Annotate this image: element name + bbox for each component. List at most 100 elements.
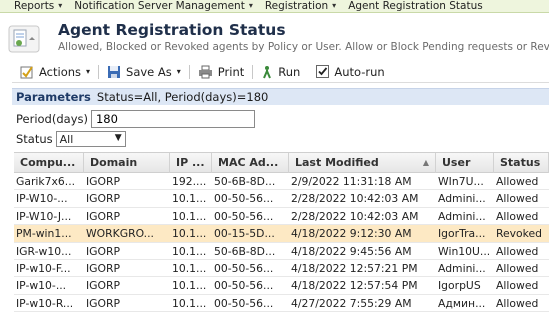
table-cell: Admini... bbox=[438, 261, 486, 275]
table-cell: 00-50-56... bbox=[214, 279, 274, 293]
table-row[interactable]: PM-win1... WORKGRO... 10.1... 00-15-5D... 4/… bbox=[14, 225, 549, 243]
table-row[interactable]: IP-w10-R... IGORP 10.1... 00-50-56... 4/27/2… bbox=[14, 295, 549, 313]
table-cell: IP-W10-J... bbox=[16, 209, 72, 223]
period-input[interactable] bbox=[90, 110, 255, 128]
table-cell: Allowed bbox=[496, 175, 539, 188]
results-table: Compu... Domain IP ... MAC Ad... Last Mo… bbox=[14, 152, 549, 313]
table-row[interactable]: Garik7x6... IGORP 192.... 50-6B-8D... 2/9/20… bbox=[14, 173, 549, 191]
table-cell: Admini... bbox=[438, 209, 486, 223]
print-button[interactable]: Print bbox=[190, 62, 252, 82]
caret-down-icon: ▾ bbox=[58, 1, 63, 10]
save-as-button[interactable]: Save As ▾ bbox=[99, 62, 189, 82]
chevron-down-icon: ▼ bbox=[114, 133, 122, 143]
menu-registration[interactable]: Registration ▾ bbox=[259, 0, 342, 13]
top-menu-bar: Reports ▾ Notification Server Management ▾… bbox=[0, 0, 549, 13]
menu-reports[interactable]: Reports ▾ bbox=[0, 0, 68, 13]
table-body: Garik7x6... IGORP 192.... 50-6B-8D... 2/9/20… bbox=[14, 173, 549, 313]
column-header-domain[interactable]: Domain bbox=[84, 153, 170, 173]
table-cell: WIn7U... bbox=[438, 175, 484, 188]
table-cell: IGORP bbox=[86, 209, 121, 223]
auto-run-label: Auto-run bbox=[334, 64, 385, 79]
table-cell: IgorTra... bbox=[438, 227, 486, 241]
print-label: Print bbox=[217, 64, 245, 79]
table-row[interactable]: IP-W10-... IGORP 10.1... 00-50-56... 2/28/20… bbox=[14, 190, 549, 208]
period-param: Period(days) bbox=[16, 110, 255, 128]
caret-down-icon: ▾ bbox=[332, 1, 337, 10]
table-cell: IGORP bbox=[86, 244, 121, 258]
table-cell: PM-win1... bbox=[16, 227, 72, 241]
actions-label: Actions bbox=[39, 64, 82, 79]
table-cell: 10.1... bbox=[172, 192, 207, 206]
column-header-label: Domain bbox=[90, 156, 138, 169]
table-row[interactable]: IP-w10-... IGORP 10.1... 00-50-56... 4/18/20… bbox=[14, 277, 549, 295]
column-header-status[interactable]: Status bbox=[494, 153, 549, 173]
table-cell: Allowed bbox=[496, 192, 539, 206]
menu-agent-registration-status[interactable]: Agent Registration Status bbox=[342, 0, 489, 13]
table-cell: Revoked bbox=[496, 227, 543, 241]
table-cell: 50-6B-8D... bbox=[214, 244, 276, 258]
table-row[interactable]: IGR-w10... IGORP 10.1... 50-6B-8D... 4/18/20… bbox=[14, 243, 549, 260]
table-row[interactable]: IP-W10-J... IGORP 10.1... 00-50-56... 2/28/2… bbox=[14, 208, 549, 226]
column-header-mac[interactable]: MAC Ad... bbox=[212, 153, 289, 173]
checkbox-checked-icon[interactable] bbox=[316, 65, 330, 78]
table-cell: 10.1... bbox=[172, 279, 207, 293]
toolbar: Actions ▾ Save As ▾ Print Run Auto-run bbox=[12, 61, 549, 83]
column-header-label: MAC Ad... bbox=[218, 156, 279, 169]
column-header-label: User bbox=[442, 156, 471, 169]
menu-registration-label: Registration bbox=[264, 0, 329, 12]
table-cell: 4/18/2022 12:57:54 PM bbox=[291, 279, 418, 293]
table-cell: Allowed bbox=[496, 279, 539, 293]
table-cell: IGR-w10... bbox=[16, 244, 72, 258]
report-header: Agent Registration Status Allowed, Block… bbox=[0, 17, 549, 57]
table-cell: 2/28/2022 10:42:03 AM bbox=[291, 192, 419, 206]
table-cell: WORKGRO... bbox=[86, 227, 154, 241]
table-cell: Allowed bbox=[496, 261, 539, 275]
parameters-bar[interactable]: Parameters Status=All, Period(days)=180 bbox=[12, 88, 549, 105]
table-cell: 00-50-56... bbox=[214, 192, 274, 206]
table-cell: 10.1... bbox=[172, 244, 207, 258]
table-cell: 10.1... bbox=[172, 296, 207, 310]
report-icon[interactable] bbox=[8, 25, 40, 53]
status-select-value: All bbox=[59, 132, 74, 146]
column-header-ip[interactable]: IP ... bbox=[170, 153, 212, 173]
column-header-last-modified[interactable]: Last Modified ▲ bbox=[289, 153, 436, 173]
status-param: Status All ▼ bbox=[16, 131, 126, 147]
caret-down-icon: ▾ bbox=[248, 1, 253, 10]
table-header: Compu... Domain IP ... MAC Ad... Last Mo… bbox=[14, 152, 549, 173]
table-cell: IGORP bbox=[86, 261, 121, 275]
menu-ars-label: Agent Registration Status bbox=[348, 0, 483, 12]
column-header-label: Last Modified bbox=[295, 156, 379, 169]
table-cell: 10.1... bbox=[172, 261, 207, 275]
caret-down-icon: ▾ bbox=[86, 67, 91, 76]
period-label: Period(days) bbox=[16, 112, 88, 126]
page-title: Agent Registration Status bbox=[58, 21, 286, 39]
table-cell: Allowed bbox=[496, 296, 539, 310]
auto-run-toggle[interactable]: Auto-run bbox=[308, 62, 392, 82]
table-row[interactable]: IP-w10-F... IGORP 10.1... 00-50-56... 4/18/2… bbox=[14, 260, 549, 278]
table-cell: 00-50-56... bbox=[214, 209, 274, 223]
column-header-user[interactable]: User bbox=[436, 153, 494, 173]
run-button[interactable]: Run bbox=[253, 62, 308, 82]
save-icon bbox=[108, 65, 121, 78]
run-icon bbox=[263, 65, 272, 78]
table-cell: IGORP bbox=[86, 296, 121, 310]
sort-ascending-icon: ▲ bbox=[422, 158, 429, 167]
status-label: Status bbox=[16, 132, 53, 146]
table-cell: IGORP bbox=[86, 192, 121, 206]
status-select[interactable]: All ▼ bbox=[55, 131, 126, 147]
table-cell: 4/18/2022 9:12:30 AM bbox=[291, 227, 412, 241]
table-cell: 50-6B-8D... bbox=[214, 175, 276, 188]
table-cell: 10.1... bbox=[172, 209, 207, 223]
table-cell: 4/18/2022 9:45:56 AM bbox=[291, 244, 412, 258]
save-as-label: Save As bbox=[126, 64, 172, 79]
page-subtitle: Allowed, Blocked or Revoked agents by Po… bbox=[58, 41, 549, 53]
table-cell: 192.... bbox=[172, 175, 207, 188]
column-header-computer[interactable]: Compu... bbox=[14, 153, 84, 173]
column-header-label: Compu... bbox=[20, 156, 76, 169]
table-cell: 00-50-56... bbox=[214, 261, 274, 275]
table-cell: 00-50-56... bbox=[214, 296, 274, 310]
actions-button[interactable]: Actions ▾ bbox=[12, 62, 98, 82]
menu-notification-server-management[interactable]: Notification Server Management ▾ bbox=[68, 0, 259, 13]
table-cell: 00-15-5D... bbox=[214, 227, 275, 241]
table-cell: 4/27/2022 7:55:29 AM bbox=[291, 296, 412, 310]
